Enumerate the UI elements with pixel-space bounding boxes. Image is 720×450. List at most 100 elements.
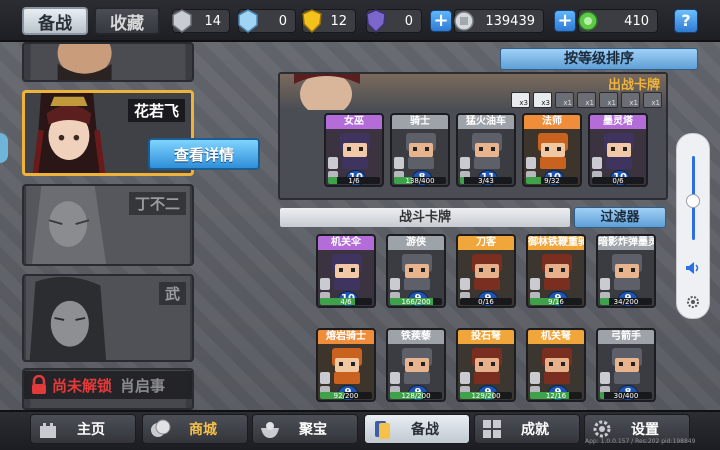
resource-green-gem: 410 [578,9,658,33]
purple-shield-icon [363,7,389,35]
add-coins-button[interactable]: + [430,10,452,32]
resource-value: 410 [624,13,649,29]
cost-icon [394,157,404,169]
sort-by-level-button[interactable]: 按等级排序 [500,48,698,70]
gold-shield-icon [299,7,325,35]
multiplier-slot[interactable]: x1 [555,92,574,108]
unit-card[interactable]: 猛火油车113/43 [456,113,516,187]
card-name: 铁蒺藜 [401,331,431,342]
unit-card[interactable]: 女巫101/6 [324,113,384,187]
card-name: 骑士 [410,116,430,127]
hero-name: 花若飞 [127,99,185,122]
hero-name: 丁不二 [128,192,186,215]
card-name: 熔岩骑士 [326,331,366,342]
cost-icon [592,157,602,169]
card-progress-text: 12/16 [545,392,567,400]
resource-purple-shield: 0 [366,9,422,33]
resource-silver-key: 14 [172,9,230,33]
locked-text: 尚未解锁 [52,376,113,395]
unit-card[interactable]: 法师109/32 [522,113,582,187]
resource-value: 139439 [485,13,535,29]
unit-card[interactable]: 暗影炸弹墨灵934/200 [596,234,656,308]
unit-card[interactable]: 游侠9166/200 [386,234,446,308]
blue-crystal-icon [235,7,261,35]
card-progress-text: 4/6 [340,298,352,306]
filter-button[interactable]: 过滤器 [574,207,666,228]
coins-icon [147,416,173,442]
card-name: 女巫 [344,116,364,127]
speaker-icon[interactable] [685,260,701,279]
treasure-bowl-icon [257,416,283,442]
nav-achievement-grid[interactable]: 成就 [474,414,580,444]
unit-card[interactable]: 熔岩骑士992/200 [316,328,376,402]
view-details-button[interactable]: 查看详情 [148,138,260,170]
card-name: 猛火油车 [466,116,506,127]
silver-key-icon [169,7,195,35]
achievement-grid-icon [479,416,505,442]
resource-value: 12 [330,13,347,29]
cost-icon [530,372,540,384]
nav-treasure-bowl[interactable]: 聚宝 [252,414,358,444]
unit-card[interactable]: 铁蒺藜9128/200 [386,328,446,402]
card-progress-text: 128/200 [401,392,431,400]
unit-card[interactable]: 机关伞104/6 [316,234,376,308]
volume-slider-handle[interactable] [686,194,700,208]
card-name: 弓箭手 [611,331,641,342]
side-drawer-handle[interactable] [0,133,8,163]
unit-card[interactable]: 弓箭手830/400 [596,328,656,402]
nav-coins[interactable]: 商城 [142,414,248,444]
lock-icon [30,374,48,395]
card-name: 投石弩 [471,331,501,342]
add-gems-button[interactable]: + [554,10,576,32]
card-name: 墨灵塔 [603,116,633,127]
card-progress-text: 1/6 [348,177,360,185]
tab-prepare[interactable]: 备战 [22,7,88,35]
card-progress-text: 9/32 [544,177,560,185]
unit-card[interactable]: 刀客90/16 [456,234,516,308]
multiplier-slot[interactable]: x1 [577,92,596,108]
tab-collection[interactable]: 收藏 [94,7,160,35]
battle-cards-label: 战斗卡牌 [280,208,570,227]
hero-banner-art [294,74,360,110]
nav-card-deck[interactable]: 备战 [364,414,470,444]
nav-label: 主页 [77,422,105,438]
card-progress-text: 129/200 [471,392,501,400]
card-progress-text: 9/16 [548,298,564,306]
unit-card[interactable]: 墨灵塔100/6 [588,113,648,187]
unit-art [538,133,568,169]
multiplier-slot[interactable]: x3 [533,92,552,108]
unit-art [332,348,362,384]
card-progress-text: 0/6 [612,177,624,185]
card-name: 御林铁鞭重骑兵 [528,237,584,248]
card-name: 刀客 [476,237,496,248]
unit-art [332,254,362,290]
settings-gear-icon[interactable] [685,294,701,314]
unit-card[interactable]: 机关弩912/16 [526,328,586,402]
hero-card[interactable]: 武 [22,274,194,362]
card-progress-text: 166/200 [401,298,431,306]
cost-icon [390,372,400,384]
multiplier-slot[interactable]: x1 [599,92,618,108]
cost-icon [526,157,536,169]
unit-card[interactable]: 骑士8138/400 [390,113,450,187]
multiplier-slot[interactable]: x1 [643,92,662,108]
cost-icon [530,278,540,290]
hero-portrait [30,44,186,80]
cost-icon [460,278,470,290]
multiplier-slot[interactable]: x1 [621,92,640,108]
card-progress-text: 30/400 [613,392,639,400]
cost-icon [600,372,610,384]
unit-card[interactable]: 御林铁鞭重骑兵99/16 [526,234,586,308]
nav-label: 设置 [631,422,659,438]
cost-icon [460,372,470,384]
hero-card[interactable]: 丁不二 [22,184,194,266]
help-button[interactable]: ? [674,9,698,33]
hero-card-top-partial[interactable] [22,42,194,82]
unit-card[interactable]: 投石弩9129/200 [456,328,516,402]
castle-icon [35,416,61,442]
multiplier-slot[interactable]: x3 [511,92,530,108]
card-name: 游侠 [406,237,426,248]
nav-castle[interactable]: 主页 [30,414,136,444]
unit-art [472,254,502,290]
card-name: 机关伞 [331,237,361,248]
